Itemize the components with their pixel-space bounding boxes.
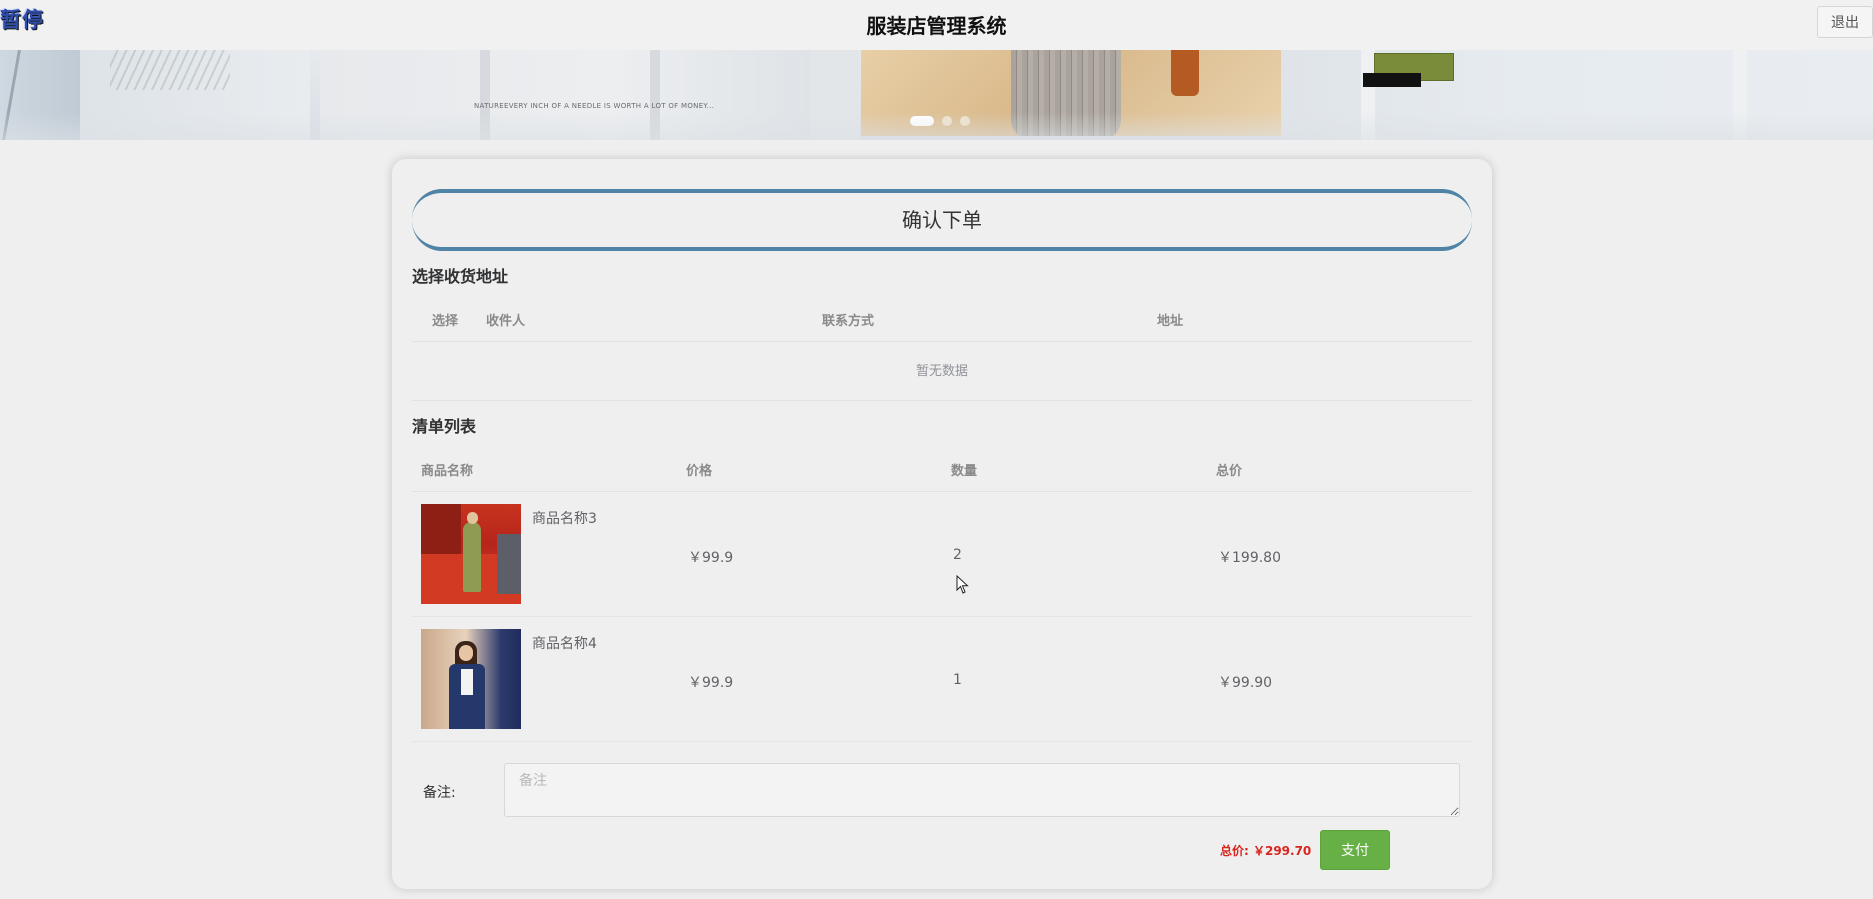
product-thumbnail[interactable] (421, 629, 521, 729)
col-quantity: 数量 (951, 464, 978, 479)
remark-textarea[interactable] (504, 763, 1460, 817)
col-total: 总价 (1216, 464, 1243, 479)
app-title: 服装店管理系统 (866, 14, 1007, 38)
banner-black-bar (1363, 73, 1421, 87)
remark-label: 备注: (423, 785, 456, 801)
pay-button[interactable]: 支付 (1320, 830, 1390, 870)
product-quantity: 1 (953, 672, 962, 688)
grand-total: 总价: ￥299.70 (1220, 844, 1312, 858)
col-address: 地址 (1157, 314, 1184, 329)
product-name: 商品名称3 (532, 511, 597, 527)
address-table-header: 选择 收件人 联系方式 地址 (412, 292, 1472, 342)
product-total: ￥99.90 (1218, 675, 1273, 691)
top-bar: 暂停 服装店管理系统 退出 (0, 0, 1873, 50)
col-contact: 联系方式 (822, 314, 875, 329)
order-items-table: 商品名称 价格 数量 总价 商品名称3 ￥99.9 2 ￥199.80 商品名称… (412, 442, 1472, 742)
address-empty-text: 暂无数据 (412, 342, 1472, 401)
address-section-title: 选择收货地址 (412, 267, 509, 286)
col-select: 选择 (432, 314, 459, 329)
table-row: 商品名称3 ￥99.9 2 ￥199.80 (412, 492, 1472, 617)
order-title: 确认下单 (412, 189, 1472, 251)
product-price: ￥99.9 (688, 550, 734, 566)
product-thumbnail[interactable] (421, 504, 521, 604)
table-row: 商品名称4 ￥99.9 1 ￥99.90 (412, 617, 1472, 742)
order-card: 确认下单 选择收货地址 选择 收件人 联系方式 地址 暂无数据 清单列表 商品名… (392, 159, 1492, 889)
product-quantity: 2 (953, 547, 962, 563)
mouse-cursor-icon (956, 575, 969, 594)
address-table: 选择 收件人 联系方式 地址 暂无数据 (412, 292, 1472, 401)
product-price: ￥99.9 (688, 675, 734, 691)
col-recipient: 收件人 (486, 314, 526, 329)
col-product-name: 商品名称 (421, 464, 474, 479)
banner-caption: NATUREEVERY INCH OF A NEEDLE IS WORTH A … (474, 102, 715, 110)
banner-carousel[interactable]: NATUREEVERY INCH OF A NEEDLE IS WORTH A … (0, 50, 1873, 140)
product-name: 商品名称4 (532, 636, 597, 652)
col-price: 价格 (686, 464, 713, 479)
order-items-header: 商品名称 价格 数量 总价 (412, 442, 1472, 492)
logout-button[interactable]: 退出 (1817, 6, 1873, 38)
list-section-title: 清单列表 (412, 417, 477, 436)
product-total: ￥199.80 (1218, 550, 1281, 566)
